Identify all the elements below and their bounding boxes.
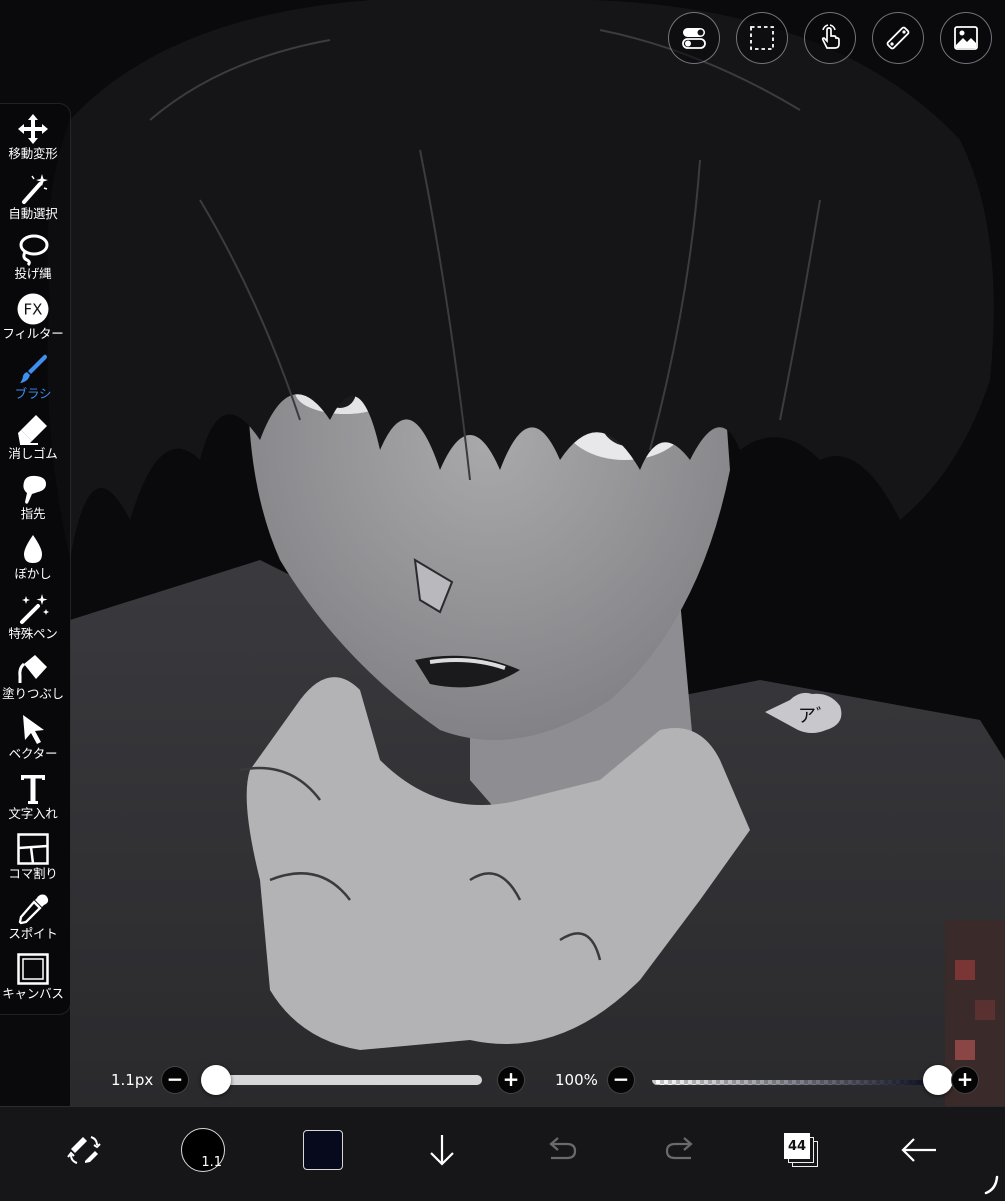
tool-brush[interactable]: ブラシ bbox=[0, 352, 66, 401]
tool-lasso[interactable]: 投げ縄 bbox=[0, 232, 66, 281]
tool-eyedropper[interactable]: スポイト bbox=[0, 892, 66, 941]
download-arrow-icon bbox=[430, 1135, 454, 1166]
tool-fill[interactable]: 塗りつぶし bbox=[0, 652, 66, 701]
magic-wand-icon bbox=[22, 174, 48, 204]
tool-text[interactable]: 文字入れ bbox=[0, 772, 66, 821]
tool-palette: 移動変形 自動選択 投げ縄 FX フィルター ブラシ 消しゴム 指先 ぼかし 特… bbox=[0, 103, 71, 1015]
brush-icon bbox=[20, 354, 47, 383]
swap-tools-icon bbox=[67, 1136, 101, 1164]
color-button[interactable] bbox=[302, 1125, 344, 1175]
back-arrow-icon bbox=[901, 1138, 936, 1162]
layers-icon: 44 bbox=[784, 1133, 820, 1167]
eyedropper-icon bbox=[18, 894, 49, 925]
tool-label: 自動選択 bbox=[8, 206, 58, 221]
eraser-icon bbox=[18, 415, 47, 445]
brush-size-circle: 1.1 bbox=[181, 1128, 225, 1172]
material-button[interactable] bbox=[940, 12, 992, 64]
ruler-button[interactable] bbox=[872, 12, 924, 64]
color-swatch bbox=[303, 1130, 343, 1170]
undo-icon bbox=[549, 1137, 577, 1160]
tool-label: ブラシ bbox=[14, 386, 52, 401]
special-pen-icon bbox=[20, 594, 49, 624]
toggle-settings-icon bbox=[682, 28, 706, 49]
opacity-slider-knob[interactable] bbox=[923, 1065, 953, 1095]
tool-label: ぼかし bbox=[14, 566, 52, 581]
svg-text:FX: FX bbox=[24, 301, 43, 319]
opacity-plus-button[interactable]: + bbox=[951, 1066, 979, 1094]
fx-filter-icon: FX bbox=[17, 293, 49, 325]
opacity-minus-button[interactable]: − bbox=[607, 1066, 635, 1094]
tool-label: 移動変形 bbox=[8, 146, 58, 161]
layer-count: 44 bbox=[784, 1133, 810, 1159]
redo-button[interactable] bbox=[662, 1125, 698, 1175]
tool-label: 特殊ペン bbox=[8, 626, 58, 641]
brush-size-slider-knob[interactable] bbox=[201, 1065, 231, 1095]
text-t-icon bbox=[21, 775, 45, 804]
opacity-gradient bbox=[652, 1080, 938, 1085]
tool-eraser[interactable]: 消しゴム bbox=[0, 412, 66, 461]
canvas-icon bbox=[17, 953, 49, 985]
tool-magic-wand[interactable]: 自動選択 bbox=[0, 172, 66, 221]
brush-size-value: 1.1px bbox=[111, 1071, 154, 1089]
tool-frame[interactable]: コマ割り bbox=[0, 832, 66, 881]
ruler-icon bbox=[886, 26, 910, 50]
tool-filter[interactable]: FX フィルター bbox=[0, 292, 66, 341]
frame-divider-icon bbox=[17, 833, 49, 865]
tool-vector[interactable]: ベクター bbox=[0, 712, 66, 761]
tool-special-pen[interactable]: 特殊ペン bbox=[0, 592, 66, 641]
brush-size-track[interactable] bbox=[208, 1075, 482, 1085]
download-button[interactable] bbox=[424, 1125, 460, 1175]
selection-icon bbox=[750, 26, 774, 50]
vector-arrow-icon bbox=[23, 715, 44, 744]
tool-label: フィルター bbox=[2, 326, 64, 341]
bucket-fill-icon bbox=[18, 655, 47, 683]
tool-move[interactable]: 移動変形 bbox=[0, 112, 66, 161]
tool-label: 消しゴム bbox=[8, 446, 58, 461]
blur-drop-icon bbox=[24, 535, 42, 563]
gesture-hand-icon bbox=[821, 24, 840, 49]
tool-label: コマ割り bbox=[8, 866, 58, 881]
smudge-finger-icon bbox=[23, 475, 46, 504]
tool-label: ベクター bbox=[8, 746, 58, 761]
redo-icon bbox=[665, 1137, 693, 1160]
brush-size-circle-label: 1.1 bbox=[201, 1155, 222, 1170]
gesture-button[interactable] bbox=[804, 12, 856, 64]
selection-button[interactable] bbox=[736, 12, 788, 64]
tool-label: 指先 bbox=[20, 506, 46, 521]
brush-size-minus-button[interactable]: − bbox=[161, 1066, 189, 1094]
bottom-toolbar: 1.1 44 bbox=[0, 1106, 1005, 1201]
speech-bubble-text: アﾞ bbox=[798, 706, 825, 727]
tool-blur[interactable]: ぼかし bbox=[0, 532, 66, 581]
back-button[interactable] bbox=[898, 1125, 940, 1175]
pen-curve-icon bbox=[984, 1175, 999, 1195]
tool-label: 投げ縄 bbox=[14, 266, 52, 281]
swap-tools-button[interactable] bbox=[62, 1125, 106, 1175]
tool-smudge[interactable]: 指先 bbox=[0, 472, 66, 521]
opacity-track[interactable] bbox=[652, 1075, 938, 1085]
tool-label: スポイト bbox=[8, 926, 58, 941]
undo-button[interactable] bbox=[544, 1125, 580, 1175]
canvas-artwork[interactable]: アﾞ bbox=[0, 0, 1005, 1106]
brush-size-display[interactable]: 1.1 bbox=[180, 1125, 226, 1175]
move-arrows-icon bbox=[18, 114, 48, 144]
tool-label: キャンバス bbox=[2, 986, 64, 1001]
layers-button[interactable]: 44 bbox=[782, 1125, 822, 1175]
material-image-icon bbox=[954, 26, 978, 50]
toggle-settings-button[interactable] bbox=[668, 12, 720, 64]
opacity-value: 100% bbox=[555, 1071, 598, 1089]
brush-size-plus-button[interactable]: + bbox=[497, 1066, 525, 1094]
tool-label: 塗りつぶし bbox=[2, 686, 64, 701]
slider-row: 1.1px − + 100% − + bbox=[0, 1058, 1005, 1102]
lasso-icon bbox=[19, 234, 49, 266]
tool-label: 文字入れ bbox=[8, 806, 58, 821]
tool-canvas[interactable]: キャンバス bbox=[0, 952, 66, 1001]
